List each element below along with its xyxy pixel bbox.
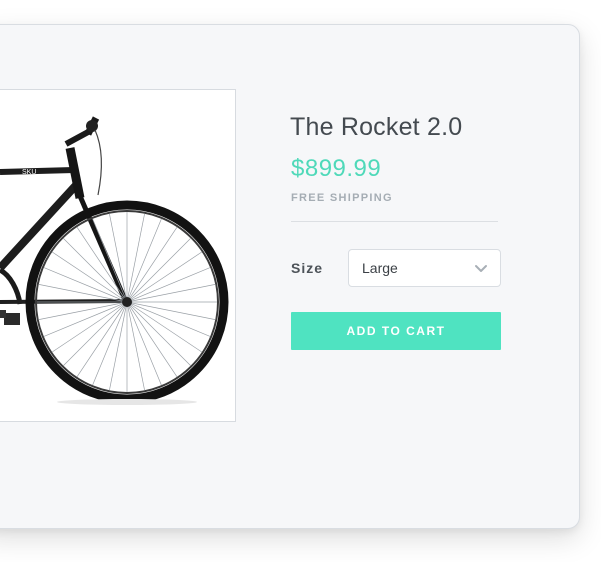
- handlebar-grip: [86, 120, 98, 132]
- size-label: Size: [291, 260, 324, 276]
- rear-wheel-fragment: [0, 267, 23, 305]
- shipping-note: FREE SHIPPING: [291, 192, 393, 204]
- page: SKU The Rocket 2.0 $899.99 FREE SHIPPING…: [0, 0, 601, 562]
- product-price: $899.99: [291, 155, 382, 182]
- spoke: [63, 301, 128, 366]
- add-to-cart-button[interactable]: ADD TO CART: [291, 312, 501, 350]
- size-select[interactable]: Large: [348, 249, 501, 287]
- front-hub: [122, 297, 132, 307]
- size-select-value: Large: [362, 260, 398, 276]
- bicycle-image: SKU: [0, 116, 229, 405]
- product-title: The Rocket 2.0: [290, 113, 463, 141]
- top-tube: [0, 167, 75, 175]
- chevron-down-icon: [475, 265, 487, 272]
- product-image: SKU: [0, 89, 236, 422]
- brake-cable: [94, 129, 102, 196]
- pedal: [4, 313, 20, 325]
- ground-shadow: [57, 399, 197, 405]
- crank: [0, 310, 6, 318]
- spoke: [126, 238, 191, 303]
- frame-decal: SKU: [22, 169, 36, 176]
- divider: [291, 221, 498, 222]
- spoke: [126, 301, 191, 366]
- spoke: [63, 238, 128, 303]
